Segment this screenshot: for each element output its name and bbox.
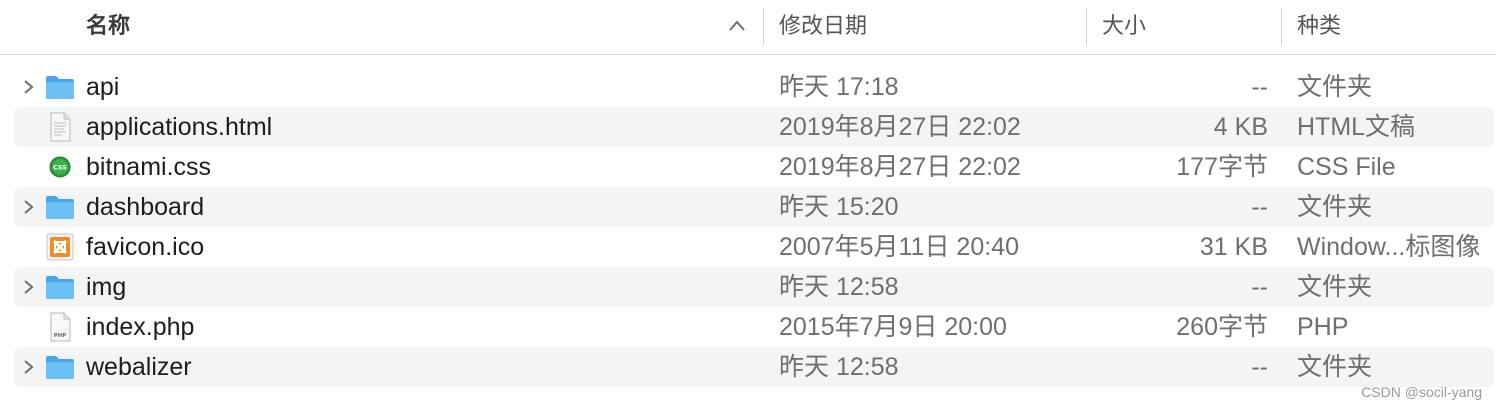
- folder-icon: [46, 76, 74, 99]
- file-name: index.php: [86, 313, 195, 341]
- file-date: 昨天 15:20: [779, 193, 899, 221]
- file-size: 260字节: [1176, 313, 1268, 341]
- file-kind: 文件夹: [1297, 353, 1373, 381]
- file-date: 2007年5月11日 20:40: [779, 233, 1019, 261]
- column-header-date[interactable]: 修改日期: [779, 0, 867, 54]
- file-kind: HTML文稿: [1297, 113, 1416, 141]
- html-file-icon: [50, 112, 71, 142]
- file-kind: 文件夹: [1297, 73, 1373, 101]
- ico-file-icon: [46, 233, 74, 261]
- disclosure-triangle-icon[interactable]: [22, 278, 34, 296]
- file-name: applications.html: [86, 113, 273, 141]
- column-header-size[interactable]: 大小: [1102, 0, 1146, 54]
- file-kind: Window...标图像: [1297, 233, 1481, 261]
- file-kind: PHP: [1297, 313, 1349, 341]
- folder-icon: [46, 356, 74, 379]
- file-row[interactable]: img 昨天 12:58 -- 文件夹: [14, 267, 1494, 307]
- column-divider[interactable]: [763, 8, 764, 46]
- file-name: favicon.ico: [86, 233, 205, 261]
- file-date: 2019年8月27日 22:02: [779, 153, 1021, 181]
- disclosure-triangle-icon[interactable]: [22, 358, 34, 376]
- file-row[interactable]: webalizer 昨天 12:58 -- 文件夹: [14, 347, 1494, 387]
- file-size: --: [1251, 353, 1268, 381]
- file-row[interactable]: api 昨天 17:18 -- 文件夹: [14, 67, 1494, 107]
- disclosure-triangle-icon[interactable]: [22, 198, 34, 216]
- watermark-text: CSDN @socil-yang: [1361, 384, 1482, 400]
- file-row[interactable]: dashboard 昨天 15:20 -- 文件夹: [14, 187, 1494, 227]
- file-kind: CSS File: [1297, 153, 1396, 181]
- file-size: 31 KB: [1199, 233, 1268, 261]
- file-name: webalizer: [86, 353, 192, 381]
- file-row[interactable]: PHP index.php 2015年7月9日 20:00 260字节 PHP: [14, 307, 1494, 347]
- file-row[interactable]: applications.html 2019年8月27日 22:02 4 KB …: [14, 107, 1494, 147]
- file-size: --: [1251, 193, 1268, 221]
- column-header-bar: 名称 修改日期 大小 种类: [0, 0, 1496, 55]
- css-file-icon: CSS: [49, 156, 71, 178]
- file-name: img: [86, 273, 127, 301]
- column-header-kind[interactable]: 种类: [1297, 0, 1341, 54]
- disclosure-triangle-icon[interactable]: [22, 78, 34, 96]
- svg-text:PHP: PHP: [54, 333, 67, 339]
- file-size: 177字节: [1176, 153, 1268, 181]
- file-date: 2015年7月9日 20:00: [779, 313, 1007, 341]
- sort-ascending-icon[interactable]: [728, 19, 746, 33]
- file-date: 昨天 12:58: [779, 353, 899, 381]
- file-kind: 文件夹: [1297, 193, 1373, 221]
- column-header-name[interactable]: 名称: [86, 0, 130, 54]
- file-size: --: [1251, 73, 1268, 101]
- file-name: dashboard: [86, 193, 205, 221]
- file-date: 昨天 17:18: [779, 73, 899, 101]
- svg-text:CSS: CSS: [53, 164, 67, 172]
- php-file-icon: PHP: [50, 312, 71, 342]
- folder-icon: [46, 276, 74, 299]
- file-name: bitnami.css: [86, 153, 212, 181]
- file-date: 昨天 12:58: [779, 273, 899, 301]
- column-divider[interactable]: [1281, 8, 1282, 46]
- column-divider[interactable]: [1086, 8, 1087, 46]
- file-name: api: [86, 73, 120, 101]
- file-size: 4 KB: [1213, 113, 1268, 141]
- file-row[interactable]: CSS bitnami.css 2019年8月27日 22:02 177字节 C…: [14, 147, 1494, 187]
- file-kind: 文件夹: [1297, 273, 1373, 301]
- finder-list-view: 名称 修改日期 大小 种类 api 昨天 17:18 -- 文件夹 applic…: [0, 0, 1496, 410]
- file-list: api 昨天 17:18 -- 文件夹 applications.html 20…: [0, 67, 1496, 387]
- file-row[interactable]: favicon.ico 2007年5月11日 20:40 31 KB Windo…: [14, 227, 1494, 267]
- folder-icon: [46, 196, 74, 219]
- file-size: --: [1251, 273, 1268, 301]
- file-date: 2019年8月27日 22:02: [779, 113, 1021, 141]
